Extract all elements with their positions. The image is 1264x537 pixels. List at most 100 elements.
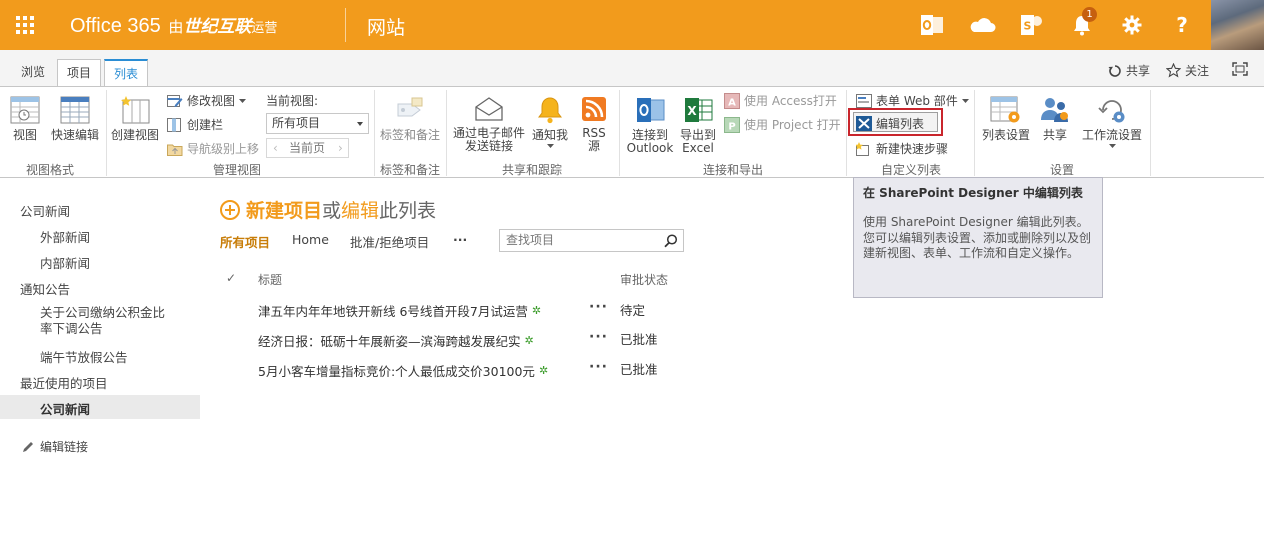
- settings-button[interactable]: [1107, 0, 1157, 50]
- view-button[interactable]: 视图: [8, 96, 42, 142]
- brand-title[interactable]: Office 365 由世纪互联运营: [70, 12, 277, 38]
- export-excel-button[interactable]: X 导出到 Excel: [677, 96, 719, 155]
- nav-housing-fund-notice[interactable]: 关于公司缴纳公积金比 率下调公告: [40, 305, 165, 337]
- new-item-icon: ✲: [538, 364, 549, 377]
- edit-list-tooltip: 在 SharePoint Designer 中编辑列表 使用 SharePoin…: [853, 177, 1103, 298]
- suite-divider: [345, 8, 346, 42]
- rss-label-1: RSS: [582, 126, 606, 140]
- edit-list-link[interactable]: 编辑: [341, 196, 379, 223]
- access-icon: A: [724, 92, 740, 109]
- search-icon[interactable]: [664, 234, 678, 248]
- more-views-button[interactable]: ···: [453, 232, 467, 247]
- svg-text:S: S: [1024, 20, 1032, 33]
- site-label[interactable]: 网站: [367, 13, 405, 40]
- sharepoint-app-button[interactable]: S: [1007, 0, 1057, 50]
- gear-icon: [1122, 15, 1142, 35]
- onedrive-app-button[interactable]: [957, 0, 1007, 50]
- envelope-icon: [475, 97, 503, 121]
- rss-feed-button[interactable]: RSS 源: [578, 96, 610, 153]
- new-item-link[interactable]: 新建项目: [246, 196, 322, 223]
- alert-me-button[interactable]: 通知我: [530, 96, 570, 148]
- open-access-button[interactable]: A 使用 Access打开: [724, 92, 837, 109]
- row-title-link[interactable]: 5月小客车增量指标竞价:个人最低成交价30100元: [258, 361, 535, 380]
- quick-edit-label: 快速编辑: [50, 128, 99, 142]
- row-more-button[interactable]: ···: [589, 299, 608, 315]
- share-list-button[interactable]: 共享: [1036, 96, 1074, 142]
- row-more-button[interactable]: ···: [589, 329, 608, 345]
- list-settings-icon: [990, 96, 1020, 123]
- nav-dragon-boat-notice[interactable]: 端午节放假公告: [40, 347, 128, 366]
- column-header-title[interactable]: 标题: [258, 271, 282, 288]
- help-button[interactable]: ?: [1157, 0, 1207, 50]
- email-link-button[interactable]: 通过电子邮件 发送链接: [450, 96, 528, 153]
- create-column-button[interactable]: 创建栏: [167, 116, 223, 133]
- view-tab-all-items[interactable]: 所有项目: [220, 232, 270, 251]
- nav-announcements[interactable]: 通知公告: [20, 279, 70, 298]
- create-column-icon: [167, 117, 181, 132]
- chevron-right-icon[interactable]: ›: [338, 139, 343, 157]
- chevron-down-icon: [546, 144, 554, 148]
- column-header-status[interactable]: 审批状态: [620, 271, 668, 288]
- ribbon-tab-row: [0, 50, 1264, 86]
- view-tab-home[interactable]: Home: [292, 232, 329, 247]
- nav-recent-items[interactable]: 最近使用的项目: [20, 373, 108, 392]
- tab-browse[interactable]: 浏览: [12, 59, 54, 86]
- edit-links-button[interactable]: 编辑链接: [22, 438, 88, 455]
- question-mark-icon: ?: [1176, 15, 1188, 35]
- nav-company-news[interactable]: 公司新闻: [20, 201, 70, 220]
- tab-list[interactable]: 列表: [104, 59, 149, 86]
- add-circle-icon[interactable]: [220, 199, 240, 220]
- new-item-icon: ✲: [524, 334, 534, 347]
- row-more-button[interactable]: ···: [589, 359, 608, 375]
- search-input[interactable]: 查找项目: [499, 229, 684, 252]
- navigate-up-button[interactable]: 导航级别上移: [167, 140, 259, 157]
- current-view-value: 所有项目: [272, 116, 321, 130]
- cloud-icon: [970, 18, 996, 32]
- connect-outlook-button[interactable]: 连接到 Outlook: [624, 96, 676, 155]
- nav-external-news[interactable]: 外部新闻: [40, 227, 90, 246]
- app-launcher-button[interactable]: [0, 0, 50, 50]
- nav-recent-company-news[interactable]: 公司新闻: [40, 399, 90, 418]
- follow-label: 关注: [1185, 64, 1210, 78]
- table-row[interactable]: 5月小客车增量指标竞价:个人最低成交价30100元 ✲: [258, 361, 548, 380]
- select-all-checkbox[interactable]: ✓: [226, 271, 236, 285]
- form-web-parts-button[interactable]: 表单 Web 部件: [856, 92, 969, 109]
- nav-selected-highlight: [0, 395, 200, 419]
- list-settings-button[interactable]: 列表设置: [980, 96, 1032, 142]
- row-title-link[interactable]: 津五年内年年地铁开新线 6号线首开段7月试运营: [258, 301, 528, 320]
- user-avatar[interactable]: [1211, 0, 1264, 50]
- modify-view-button[interactable]: 修改视图: [167, 92, 247, 109]
- notifications-button[interactable]: 1: [1057, 0, 1107, 50]
- focus-content-button[interactable]: [1232, 62, 1248, 76]
- project-icon: P: [724, 116, 740, 133]
- tags-notes-button[interactable]: 标签和备注: [378, 96, 442, 142]
- nav-internal-news[interactable]: 内部新闻: [40, 253, 90, 272]
- outlook-app-button[interactable]: [907, 0, 957, 50]
- new-quick-step-button[interactable]: 新建快速步骤: [856, 140, 948, 157]
- svg-text:X: X: [687, 104, 697, 118]
- create-view-icon: [121, 96, 150, 124]
- create-view-button[interactable]: 创建视图: [110, 96, 160, 142]
- share-list-label: 共享: [1042, 128, 1067, 142]
- chevron-down-icon: [239, 98, 247, 103]
- table-row[interactable]: 津五年内年年地铁开新线 6号线首开段7月试运营 ✲: [258, 301, 541, 320]
- ribbon-separator: [974, 90, 975, 176]
- form-web-parts-icon: [856, 93, 872, 108]
- navigate-up-label: 导航级别上移: [187, 142, 260, 156]
- workflow-settings-button[interactable]: 工作流设置: [1080, 96, 1144, 148]
- row-title-link[interactable]: 经济日报：砥砺十年展新姿—滨海跨越发展纪实: [258, 331, 521, 350]
- chevron-down-icon: [357, 122, 363, 126]
- open-project-button[interactable]: P 使用 Project 打开: [724, 116, 841, 133]
- tab-items[interactable]: 项目: [57, 59, 102, 86]
- chevron-left-icon[interactable]: ‹: [273, 139, 278, 157]
- heading-or: 或: [322, 200, 342, 222]
- follow-button[interactable]: 关注: [1166, 62, 1209, 79]
- table-row[interactable]: 经济日报：砥砺十年展新姿—滨海跨越发展纪实 ✲: [258, 331, 534, 350]
- current-view-select[interactable]: 所有项目: [266, 113, 369, 134]
- quick-edit-button[interactable]: 快速编辑: [48, 96, 102, 142]
- view-tab-approve-reject[interactable]: 批准/拒绝项目: [350, 232, 429, 251]
- open-project-label: 使用 Project 打开: [744, 118, 841, 132]
- ribbon-separator: [106, 90, 107, 176]
- nav-housing-fund-line-1: 关于公司缴纳公积金比: [40, 305, 166, 320]
- share-page-button[interactable]: 共享: [1108, 62, 1150, 79]
